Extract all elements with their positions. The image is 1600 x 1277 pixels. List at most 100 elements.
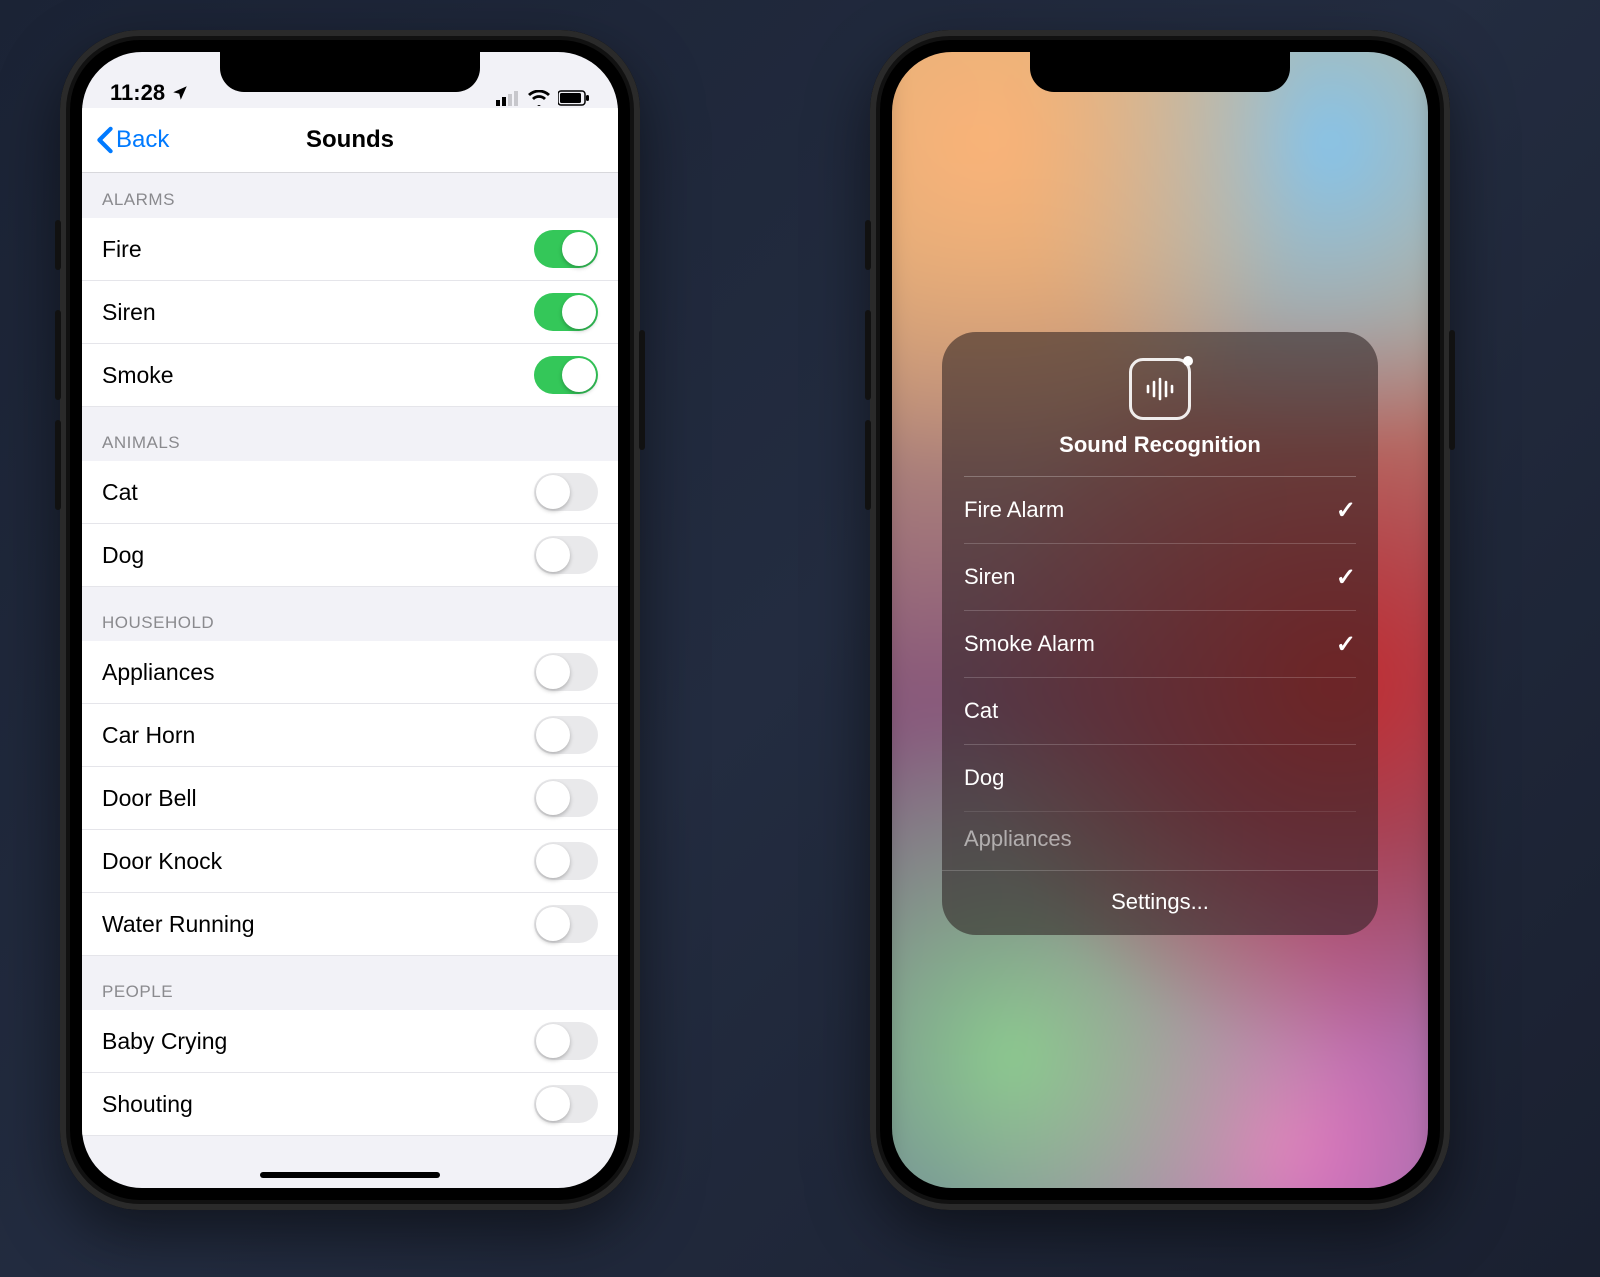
- volume-up: [865, 310, 871, 400]
- nav-bar: Back Sounds: [82, 108, 618, 173]
- check-icon: ✓: [1336, 496, 1356, 525]
- row-label: Appliances: [102, 659, 215, 686]
- settings-row: Door Bell: [82, 767, 618, 830]
- toggle-knob: [536, 844, 570, 878]
- popup-row[interactable]: Smoke Alarm ✓: [964, 610, 1356, 677]
- row-label: Door Bell: [102, 785, 197, 812]
- toggle-knob: [536, 655, 570, 689]
- battery-icon: [558, 90, 590, 106]
- toggle-knob: [562, 232, 596, 266]
- popup-row[interactable]: Cat: [964, 677, 1356, 744]
- popup-row-label: Smoke Alarm: [964, 631, 1095, 657]
- toggle-switch[interactable]: [534, 1085, 598, 1123]
- settings-row: Appliances: [82, 641, 618, 704]
- cellular-icon: [496, 90, 520, 106]
- screen-left: 11:28 Back Sounds ALA: [82, 52, 618, 1188]
- check-icon: ✓: [1336, 630, 1356, 659]
- toggle-switch[interactable]: [534, 473, 598, 511]
- row-label: Shouting: [102, 1091, 193, 1118]
- popup-row-label: Appliances: [964, 826, 1072, 852]
- settings-row: Car Horn: [82, 704, 618, 767]
- settings-row: Water Running: [82, 893, 618, 956]
- row-label: Baby Crying: [102, 1028, 227, 1055]
- active-dot-icon: [1183, 356, 1193, 366]
- toggle-switch[interactable]: [534, 230, 598, 268]
- settings-row: Siren: [82, 281, 618, 344]
- back-label: Back: [116, 126, 169, 154]
- notch: [1030, 52, 1290, 92]
- row-label: Smoke: [102, 362, 174, 389]
- settings-row: Smoke: [82, 344, 618, 407]
- settings-screen: 11:28 Back Sounds ALA: [82, 52, 618, 1188]
- toggle-switch[interactable]: [534, 356, 598, 394]
- settings-row: Dog: [82, 524, 618, 587]
- settings-row: Shouting: [82, 1073, 618, 1136]
- section-header: HOUSEHOLD: [82, 587, 618, 641]
- popup-row-label: Cat: [964, 698, 998, 724]
- toggle-switch[interactable]: [534, 1022, 598, 1060]
- section-header: ALARMS: [82, 170, 618, 218]
- toggle-knob: [562, 358, 596, 392]
- toggle-switch[interactable]: [534, 905, 598, 943]
- popup-row[interactable]: Appliances: [964, 811, 1356, 870]
- row-label: Fire: [102, 236, 142, 263]
- settings-row: Door Knock: [82, 830, 618, 893]
- row-label: Door Knock: [102, 848, 222, 875]
- popup-row-label: Fire Alarm: [964, 497, 1064, 523]
- screen-right: Sound Recognition Fire Alarm✓Siren✓Smoke…: [892, 52, 1428, 1188]
- status-time: 11:28: [110, 80, 165, 106]
- chevron-left-icon: [96, 126, 114, 154]
- toggle-switch[interactable]: [534, 842, 598, 880]
- row-label: Siren: [102, 299, 156, 326]
- row-label: Cat: [102, 479, 138, 506]
- toggle-knob: [536, 781, 570, 815]
- wifi-icon: [528, 90, 550, 106]
- toggle-switch[interactable]: [534, 779, 598, 817]
- check-icon: ✓: [1336, 563, 1356, 592]
- toggle-knob: [536, 538, 570, 572]
- power-button: [1449, 330, 1455, 450]
- mute-switch: [865, 220, 871, 270]
- popup-row-label: Dog: [964, 765, 1004, 791]
- volume-down: [865, 420, 871, 510]
- popup-row[interactable]: Dog: [964, 744, 1356, 811]
- settings-row: Baby Crying: [82, 1010, 618, 1073]
- section-header: ANIMALS: [82, 407, 618, 461]
- volume-down: [55, 420, 61, 510]
- toggle-switch[interactable]: [534, 293, 598, 331]
- mute-switch: [55, 220, 61, 270]
- location-icon: [171, 84, 189, 102]
- toggle-knob: [562, 295, 596, 329]
- popup-header: Sound Recognition: [942, 332, 1378, 476]
- toggle-knob: [536, 1024, 570, 1058]
- toggle-switch[interactable]: [534, 536, 598, 574]
- toggle-knob: [536, 475, 570, 509]
- toggle-knob: [536, 718, 570, 752]
- popup-row[interactable]: Siren ✓: [964, 543, 1356, 610]
- sound-recognition-popup: Sound Recognition Fire Alarm✓Siren✓Smoke…: [942, 332, 1378, 935]
- toggle-switch[interactable]: [534, 716, 598, 754]
- settings-list[interactable]: ALARMS Fire Siren Smoke ANIMALS Cat Dog HOUSEHO…: [82, 170, 618, 1188]
- settings-row: Fire: [82, 218, 618, 281]
- settings-row: Cat: [82, 461, 618, 524]
- popup-row-label: Siren: [964, 564, 1015, 590]
- popup-title: Sound Recognition: [1059, 432, 1261, 458]
- row-label: Car Horn: [102, 722, 195, 749]
- toggle-knob: [536, 907, 570, 941]
- phone-right: Sound Recognition Fire Alarm✓Siren✓Smoke…: [870, 30, 1450, 1210]
- power-button: [639, 330, 645, 450]
- popup-list: Fire Alarm ✓ Siren ✓ Smoke Alarm ✓ Cat Dog Appli…: [942, 476, 1378, 870]
- volume-up: [55, 310, 61, 400]
- page-title: Sounds: [306, 126, 394, 154]
- row-label: Dog: [102, 542, 144, 569]
- sound-recognition-icon: [1129, 358, 1191, 420]
- popup-settings-button[interactable]: Settings...: [942, 870, 1378, 935]
- status-bar: 11:28: [82, 52, 618, 108]
- back-button[interactable]: Back: [96, 108, 169, 172]
- toggle-switch[interactable]: [534, 653, 598, 691]
- home-indicator[interactable]: [260, 1172, 440, 1178]
- popup-row[interactable]: Fire Alarm ✓: [964, 476, 1356, 543]
- phone-left: 11:28 Back Sounds ALA: [60, 30, 640, 1210]
- toggle-knob: [536, 1087, 570, 1121]
- section-header: PEOPLE: [82, 956, 618, 1010]
